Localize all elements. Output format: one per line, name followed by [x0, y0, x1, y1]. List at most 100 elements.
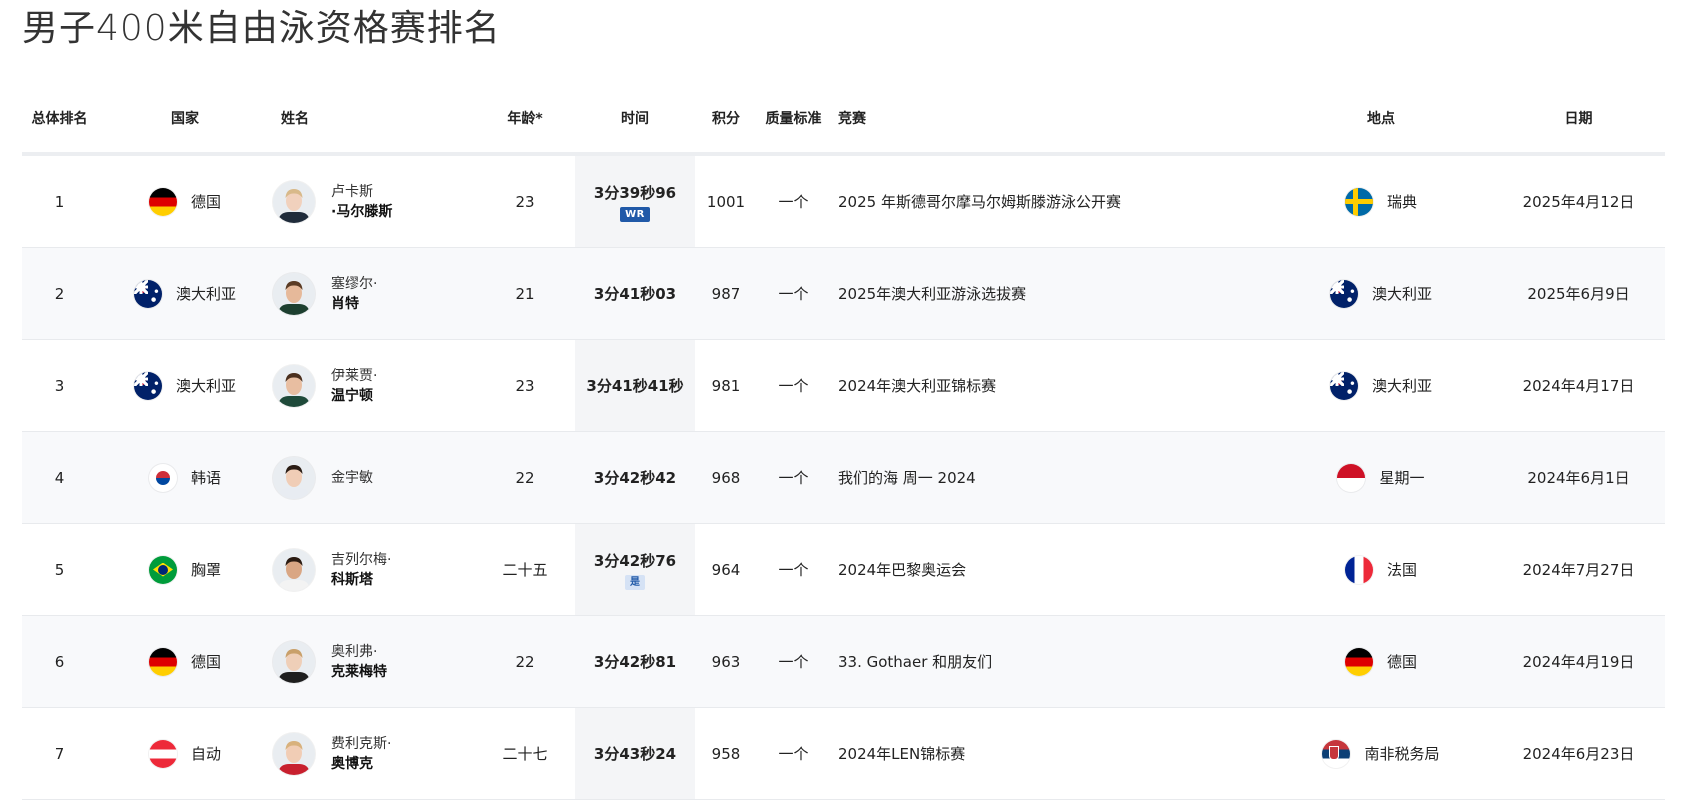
venue-cell: 星期一 [1270, 431, 1492, 524]
standard-cell: 一个 [757, 154, 830, 248]
athlete-avatar [273, 364, 315, 407]
table-row[interactable]: 3 澳大利亚 伊莱贾· 温宁顿 23 3分41秒41秒 981 一个 2024年… [22, 339, 1665, 432]
athlete-last-name: 肖特 [331, 295, 359, 312]
col-header-name[interactable]: 姓名 [273, 84, 475, 156]
athlete-cell[interactable]: 奥利弗· 克莱梅特 [273, 615, 475, 708]
athlete-first-name: 伊莱贾· [331, 367, 378, 384]
athlete-cell[interactable]: 吉列尔梅· 科斯塔 [273, 523, 475, 616]
athlete-avatar [273, 732, 315, 775]
germany-flag-icon [1344, 647, 1373, 676]
venue-cell: 澳大利亚 [1270, 247, 1492, 340]
table-row[interactable]: 4 韩语 金宇敏 22 3分42秒42 968 一个 我们的海 周一 2024 … [22, 431, 1665, 524]
athlete-cell[interactable]: 塞缪尔· 肖特 [273, 247, 475, 340]
athlete-first-name: 卢卡斯 [331, 183, 373, 200]
athlete-cell[interactable]: 费利克斯· 奥博克 [273, 707, 475, 800]
col-header-points[interactable]: 积分 [695, 84, 757, 156]
country-name: 澳大利亚 [175, 377, 236, 395]
time-cell: 3分42秒42 [575, 431, 695, 524]
swim-time: 3分42秒42 [593, 469, 677, 487]
country-cell: 澳大利亚 [97, 247, 273, 340]
competition-cell[interactable]: 2024年澳大利亚锦标赛 [830, 339, 1270, 432]
competition-cell[interactable]: 2024年巴黎奥运会 [830, 523, 1270, 616]
col-header-venue[interactable]: 地点 [1270, 84, 1492, 156]
table-row[interactable]: 7 自动 费利克斯· 奥博克 二十七 3分43秒24 958 一个 2024年L… [22, 707, 1665, 800]
points-cell: 968 [695, 431, 757, 524]
date-cell: 2024年7月27日 [1492, 523, 1665, 616]
country-cell: 胸罩 [97, 523, 273, 616]
points-cell: 958 [695, 707, 757, 800]
athlete-cell[interactable]: 伊莱贾· 温宁顿 [273, 339, 475, 432]
rank-cell: 6 [22, 615, 97, 708]
table-row[interactable]: 1 德国 卢卡斯 ·马尔滕斯 23 3分39秒96 WR 1001 一个 202… [22, 154, 1665, 248]
athlete-cell[interactable]: 卢卡斯 ·马尔滕斯 [273, 154, 475, 248]
swim-time: 3分42秒76 [593, 551, 677, 570]
age-cell: 22 [475, 615, 575, 708]
athlete-first-name: 金宇敏 [331, 469, 373, 486]
col-header-age[interactable]: 年龄* [475, 84, 575, 156]
date-cell: 2024年4月19日 [1492, 615, 1665, 708]
athlete-first-name: 费利克斯· [331, 735, 392, 752]
table-row[interactable]: 5 胸罩 吉列尔梅· 科斯塔 二十五 3分42秒76 是 964 一个 2024… [22, 523, 1665, 616]
age-cell: 22 [475, 431, 575, 524]
rank-cell: 2 [22, 247, 97, 340]
athlete-last-name: 克莱梅特 [331, 663, 387, 680]
australia-flag-icon [133, 371, 162, 400]
rank-cell: 5 [22, 523, 97, 616]
athlete-cell[interactable]: 金宇敏 [273, 431, 475, 524]
col-header-standard[interactable]: 质量标准 [757, 84, 830, 156]
points-cell: 981 [695, 339, 757, 432]
table-row[interactable]: 2 澳大利亚 塞缪尔· 肖特 21 3分41秒03 987 一个 2025年澳大… [22, 247, 1665, 340]
competition-cell[interactable]: 2025年澳大利亚游泳选拔赛 [830, 247, 1270, 340]
venue-name: 法国 [1386, 561, 1417, 579]
australia-flag-icon [1329, 371, 1358, 400]
competition-cell[interactable]: 2025 年斯德哥尔摩马尔姆斯滕游泳公开赛 [830, 154, 1270, 248]
date-cell: 2024年6月1日 [1492, 431, 1665, 524]
venue-cell: 南非税务局 [1270, 707, 1492, 800]
standard-cell: 一个 [757, 339, 830, 432]
country-cell: 自动 [97, 707, 273, 800]
country-cell: 德国 [97, 615, 273, 708]
points-cell: 987 [695, 247, 757, 340]
age-cell: 23 [475, 154, 575, 248]
athlete-avatar [273, 180, 315, 223]
country-cell: 韩语 [97, 431, 273, 524]
date-cell: 2024年4月17日 [1492, 339, 1665, 432]
athlete-first-name: 塞缪尔· [331, 275, 378, 292]
time-cell: 3分42秒76 是 [575, 523, 695, 616]
venue-cell: 德国 [1270, 615, 1492, 708]
germany-flag-icon [148, 647, 177, 676]
korea-flag-icon [148, 463, 177, 492]
col-header-rank[interactable]: 总体排名 [22, 84, 97, 156]
venue-cell: 瑞典 [1270, 154, 1492, 248]
table-row[interactable]: 6 德国 奥利弗· 克莱梅特 22 3分42秒81 963 一个 33. Got… [22, 615, 1665, 708]
standard-cell: 一个 [757, 615, 830, 708]
col-header-time[interactable]: 时间 [575, 84, 695, 156]
venue-cell: 澳大利亚 [1270, 339, 1492, 432]
competition-cell[interactable]: 2024年LEN锦标赛 [830, 707, 1270, 800]
athlete-last-name: 温宁顿 [331, 387, 373, 404]
country-name: 德国 [190, 653, 221, 671]
swim-time: 3分41秒41秒 [586, 377, 684, 395]
date-cell: 2024年6月23日 [1492, 707, 1665, 800]
table-header-row: 总体排名 国家 姓名 年龄* 时间 积分 质量标准 竞赛 地点 日期 [22, 84, 1665, 156]
rank-cell: 3 [22, 339, 97, 432]
page-title: 男子400米自由泳资格赛排名 [22, 8, 501, 49]
age-cell: 二十五 [475, 523, 575, 616]
athlete-last-name: ·马尔滕斯 [331, 203, 393, 220]
rankings-table: 总体排名 国家 姓名 年龄* 时间 积分 质量标准 竞赛 地点 日期 1 德国 [22, 84, 1665, 800]
competition-cell[interactable]: 我们的海 周一 2024 [830, 431, 1270, 524]
swim-time: 3分42秒81 [593, 653, 677, 671]
points-cell: 1001 [695, 154, 757, 248]
swim-time: 3分39秒96 [593, 183, 677, 202]
col-header-competition[interactable]: 竞赛 [830, 84, 1270, 156]
australia-flag-icon [133, 279, 162, 308]
australia-flag-icon [1329, 279, 1358, 308]
age-cell: 二十七 [475, 707, 575, 800]
col-header-date[interactable]: 日期 [1492, 84, 1665, 156]
age-cell: 21 [475, 247, 575, 340]
col-header-country[interactable]: 国家 [97, 84, 273, 156]
venue-name: 南非税务局 [1364, 745, 1440, 763]
venue-name: 德国 [1386, 653, 1417, 671]
competition-cell[interactable]: 33. Gothaer 和朋友们 [830, 615, 1270, 708]
rank-cell: 1 [22, 154, 97, 248]
